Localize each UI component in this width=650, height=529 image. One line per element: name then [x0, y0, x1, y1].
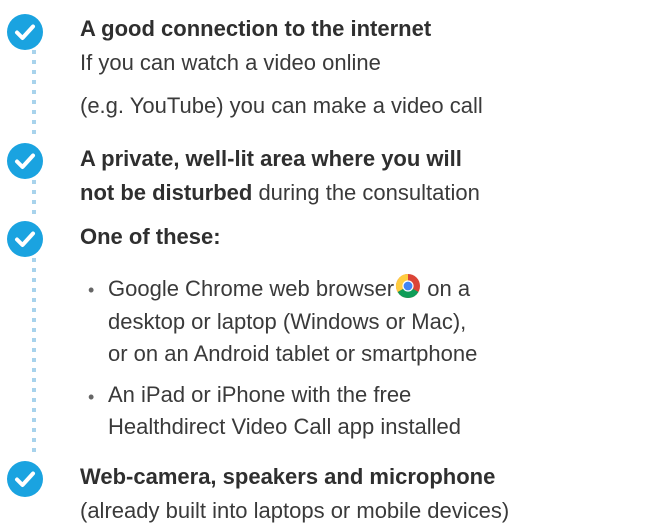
chrome-icon — [395, 273, 421, 306]
connector-dots-2 — [32, 180, 36, 214]
check-circle-icon — [7, 14, 43, 50]
item-4-title: Web-camera, speakers and microphone — [80, 464, 496, 489]
item-2-title-line-2: not be disturbed during the consultation — [80, 178, 480, 207]
check-circle-icon — [7, 143, 43, 179]
bullet-1-line-2: desktop or laptop (Windows or Mac), — [108, 309, 467, 334]
bullet-marker: • — [88, 280, 95, 300]
bullet-1-text-before: Google Chrome web browser — [108, 276, 395, 301]
check-circle-icon — [7, 461, 43, 497]
item-2-title-line-1: A private, well-lit area where you will — [80, 146, 462, 171]
item-2-suffix: during the consultation — [252, 180, 480, 205]
item-4-text-line-1: (already built into laptops or mobile de… — [80, 498, 510, 523]
item-3-title: One of these: — [80, 224, 221, 249]
bullet-1-text-after: on a — [421, 276, 471, 301]
bullet-2-line-2: Healthdirect Video Call app installed — [108, 414, 462, 439]
connector-dots-1 — [32, 50, 36, 136]
bullet-1-line-1: Google Chrome web browser on a — [108, 273, 470, 306]
connector-dots-3 — [32, 258, 36, 454]
item-1-text-line-2: (e.g. YouTube) you can make a video call — [80, 93, 483, 118]
check-circle-icon — [7, 221, 43, 257]
item-1-title: A good connection to the internet — [80, 16, 432, 41]
bullet-1-line-3: or on an Android tablet or smartphone — [108, 341, 478, 366]
item-1-text-line-1: If you can watch a video online — [80, 50, 381, 75]
bullet-marker: • — [88, 387, 95, 407]
item-2-title-bold: not be disturbed — [80, 180, 253, 205]
bullet-2-line-1: An iPad or iPhone with the free — [108, 382, 412, 407]
